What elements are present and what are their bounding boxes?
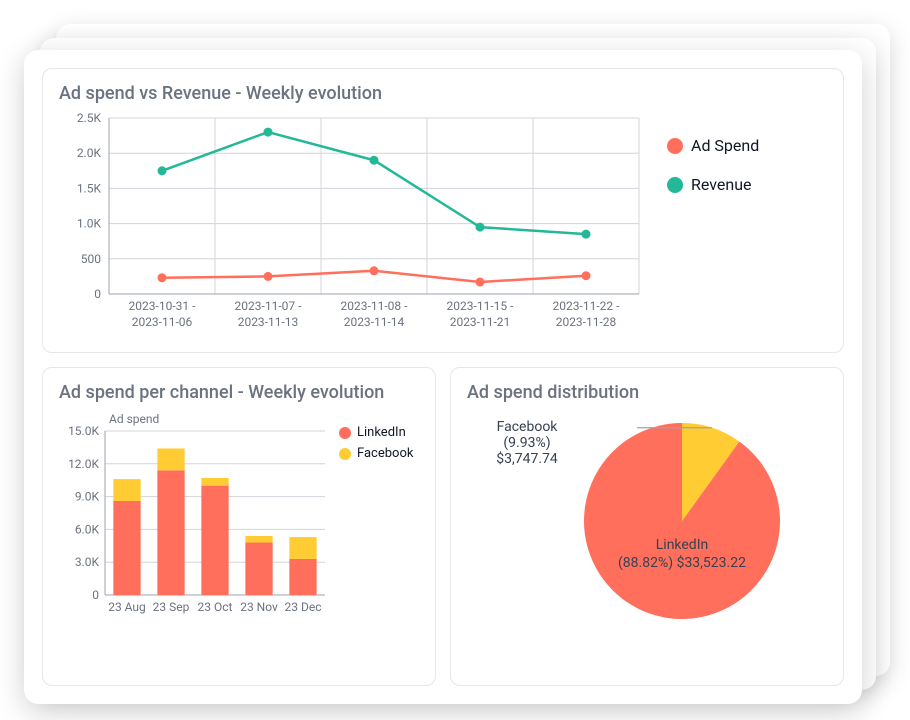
bar-legend: LinkedIn Facebook (339, 411, 413, 675)
svg-text:23 Oct: 23 Oct (198, 600, 233, 614)
svg-text:2023-11-14: 2023-11-14 (344, 315, 405, 329)
svg-text:0: 0 (92, 588, 99, 602)
svg-text:2023-10-31 -: 2023-10-31 - (129, 299, 197, 313)
svg-text:3.0K: 3.0K (75, 555, 100, 569)
legend-item-ad-spend: Ad Spend (667, 136, 759, 155)
svg-text:2.0K: 2.0K (77, 146, 102, 160)
svg-text:23 Nov: 23 Nov (240, 600, 278, 614)
svg-text:(9.93%): (9.93%) (503, 435, 550, 451)
svg-text:2023-11-22 -: 2023-11-22 - (553, 299, 621, 313)
svg-text:23 Dec: 23 Dec (285, 600, 322, 614)
panel-title: Ad spend distribution (467, 382, 827, 403)
legend-item-linkedin: LinkedIn (339, 425, 413, 440)
legend-item-facebook: Facebook (339, 446, 413, 461)
bar-chart: Ad spend 0 3.0K 6.0K 9.0K 12.0K 15.0K 23 Aug 23 … (59, 411, 329, 621)
svg-text:23 Sep: 23 Sep (153, 600, 190, 614)
legend-dot-icon (667, 177, 683, 193)
svg-text:Ad spend: Ad spend (109, 412, 159, 426)
panel-weekly-line: Ad spend vs Revenue - Weekly evolution 0… (42, 68, 844, 353)
svg-text:2.5K: 2.5K (77, 112, 102, 125)
svg-text:2023-11-13: 2023-11-13 (238, 315, 299, 329)
legend-label: Ad Spend (691, 136, 759, 155)
svg-text:15.0K: 15.0K (68, 424, 99, 438)
line-chart: 0 500 1.0K 1.5K 2.0K 2.5K 2023-10-31 - 2023-11-… (59, 112, 649, 342)
panel-title: Ad spend vs Revenue - Weekly evolution (59, 83, 827, 104)
dashboard-card: Ad spend vs Revenue - Weekly evolution 0… (24, 50, 862, 704)
svg-text:1.5K: 1.5K (77, 181, 102, 195)
svg-text:6.0K: 6.0K (75, 522, 100, 536)
line-legend: Ad Spend Revenue (667, 112, 759, 342)
svg-text:$3,747.74: $3,747.74 (496, 450, 558, 467)
legend-label: LinkedIn (357, 425, 406, 440)
legend-dot-icon (339, 427, 351, 439)
panel-title: Ad spend per channel - Weekly evolution (59, 382, 419, 403)
svg-text:0: 0 (94, 287, 101, 301)
legend-label: Revenue (691, 175, 752, 194)
pie-label-facebook-name: Facebook (497, 419, 559, 435)
svg-text:12.0K: 12.0K (68, 457, 99, 471)
svg-text:2023-11-15 -: 2023-11-15 - (447, 299, 515, 313)
legend-dot-icon (667, 138, 683, 154)
pie-chart: Facebook(9.93%)$3,747.74 LinkedIn(88.82%)… (467, 411, 827, 626)
svg-text:(88.82%) $33,523.22: (88.82%) $33,523.22 (618, 554, 746, 571)
svg-text:2023-11-08 -: 2023-11-08 - (341, 299, 409, 313)
svg-text:LinkedIn: LinkedIn (656, 537, 709, 553)
svg-text:1.0K: 1.0K (77, 217, 102, 231)
legend-item-revenue: Revenue (667, 175, 759, 194)
svg-text:2023-11-07 -: 2023-11-07 - (235, 299, 303, 313)
svg-text:9.0K: 9.0K (75, 490, 100, 504)
legend-dot-icon (339, 448, 351, 460)
svg-text:2023-11-06: 2023-11-06 (132, 315, 193, 329)
svg-text:23 Aug: 23 Aug (108, 600, 146, 614)
svg-text:500: 500 (81, 252, 101, 266)
panel-pie: Ad spend distribution Facebook(9.93%)$3,… (450, 367, 844, 686)
panel-channel-bar: Ad spend per channel - Weekly evolution … (42, 367, 436, 686)
svg-text:2023-11-28: 2023-11-28 (556, 315, 617, 329)
legend-label: Facebook (357, 446, 413, 461)
svg-text:2023-11-21: 2023-11-21 (450, 315, 511, 329)
